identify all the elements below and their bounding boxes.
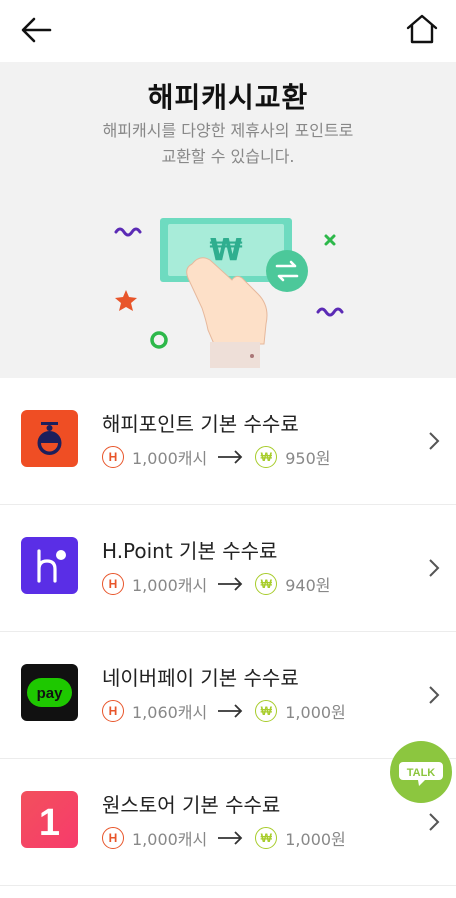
cash-exchange-illustration: ₩ — [114, 218, 344, 368]
naverpay-logo: pay — [21, 664, 78, 721]
happycash-badge-icon: H — [102, 573, 124, 595]
partner-name: 해피포인트 기본 수수료 — [102, 412, 299, 436]
partner-name: 네이버페이 기본 수수료 — [102, 666, 299, 690]
point-amount: 1,000원 — [285, 703, 346, 722]
naverpay-logo-text: pay — [37, 685, 64, 702]
chevron-right-icon — [429, 813, 440, 831]
point-amount: 1,000원 — [285, 830, 346, 849]
page-description: 해피캐시를 다양한 제휴사의 포인트로 교환할 수 있습니다. — [0, 118, 456, 170]
hero-section: 해피캐시교환 해피캐시를 다양한 제휴사의 포인트로 교환할 수 있습니다. ₩ — [0, 62, 456, 378]
happypoint-logo — [21, 410, 78, 467]
arrow-left-icon[interactable] — [18, 14, 54, 46]
exchange-rate: H 1,060캐시 ₩ 1,000원 — [102, 698, 346, 724]
arrow-right-icon — [218, 831, 243, 845]
partner-item-hpoint[interactable]: H.Point 기본 수수료 H 1,000캐시 ₩ 940원 — [0, 505, 456, 632]
partner-item-onestore[interactable]: 1 원스토어 기본 수수료 H 1,000캐시 ₩ 1,000원 — [0, 759, 456, 886]
description-line-2: 교환할 수 있습니다. — [161, 147, 295, 166]
arrow-right-icon — [218, 577, 243, 591]
cash-amount: 1,000캐시 — [132, 576, 208, 595]
cash-amount: 1,000캐시 — [132, 449, 208, 468]
point-amount: 950원 — [285, 449, 331, 468]
svg-text:₩: ₩ — [209, 233, 242, 268]
happycash-badge-icon: H — [102, 700, 124, 722]
point-amount: 940원 — [285, 576, 331, 595]
arrow-right-icon — [218, 704, 243, 718]
arrow-right-icon — [218, 450, 243, 464]
partner-item-naverpay[interactable]: pay 네이버페이 기본 수수료 H 1,060캐시 ₩ 1,000원 — [0, 632, 456, 759]
home-icon[interactable] — [404, 12, 440, 46]
won-badge-icon: ₩ — [255, 573, 278, 595]
won-badge-icon: ₩ — [255, 700, 278, 722]
cash-amount: 1,000캐시 — [132, 830, 208, 849]
talk-label: TALK — [407, 767, 436, 779]
talk-chat-button[interactable]: TALK — [389, 740, 453, 804]
partner-name: 원스토어 기본 수수료 — [102, 793, 281, 817]
exchange-rate: H 1,000캐시 ₩ 940원 — [102, 571, 331, 597]
chevron-right-icon — [429, 432, 440, 450]
cash-amount: 1,060캐시 — [132, 703, 208, 722]
won-badge-icon: ₩ — [255, 827, 278, 849]
description-line-1: 해피캐시를 다양한 제휴사의 포인트로 — [102, 121, 354, 140]
onestore-logo: 1 — [21, 791, 78, 848]
chevron-right-icon — [429, 559, 440, 577]
exchange-rate: H 1,000캐시 ₩ 1,000원 — [102, 825, 346, 851]
exchange-rate: H 1,000캐시 ₩ 950원 — [102, 444, 331, 470]
page-title: 해피캐시교환 — [147, 81, 309, 114]
hpoint-logo — [21, 537, 78, 594]
partner-item-happypoint[interactable]: 해피포인트 기본 수수료 H 1,000캐시 ₩ 950원 — [0, 378, 456, 505]
onestore-logo-text: 1 — [39, 802, 60, 844]
happycash-badge-icon: H — [102, 446, 124, 468]
chevron-right-icon — [429, 686, 440, 704]
top-bar — [0, 0, 456, 62]
happycash-badge-icon: H — [102, 827, 124, 849]
partner-name: H.Point 기본 수수료 — [102, 539, 278, 563]
partner-list: 해피포인트 기본 수수료 H 1,000캐시 ₩ 950원 H.Point 기본… — [0, 378, 456, 886]
won-badge-icon: ₩ — [255, 446, 278, 468]
